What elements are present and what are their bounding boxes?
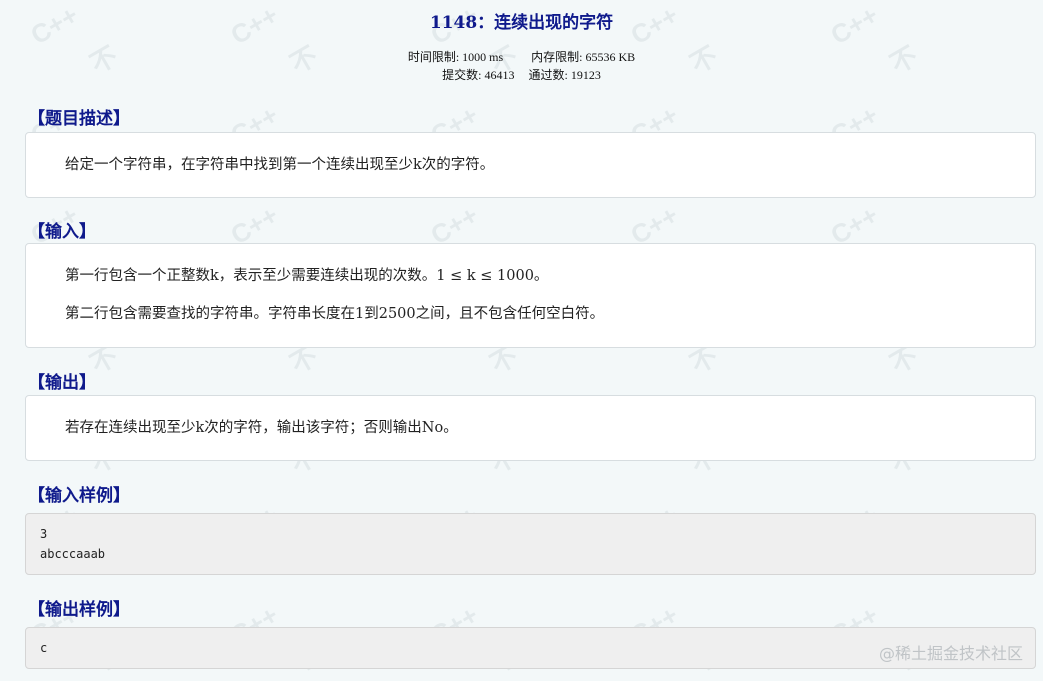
description-box: 给定一个字符串，在字符串中找到第一个连续出现至少k次的字符。	[25, 132, 1036, 198]
input-box: 第一行包含一个正整数k，表示至少需要连续出现的次数。1 ≤ k ≤ 1000。 …	[25, 243, 1036, 348]
problem-limits: 时间限制: 1000 ms 内存限制: 65536 KB 提交数: 46413 通过…	[0, 48, 1043, 84]
accepted-count: 通过数: 19123	[528, 68, 601, 82]
submission-count: 提交数: 46413	[442, 68, 515, 82]
memory-limit: 内存限制: 65536 KB	[531, 50, 636, 64]
problem-title: 1148：连续出现的字符	[429, 13, 614, 33]
description-text: 给定一个字符串，在字符串中找到第一个连续出现至少k次的字符。	[65, 157, 495, 173]
output-box: 若存在连续出现至少k次的字符，输出该字符；否则输出No。	[25, 395, 1036, 461]
sample-input-code: 3 abcccaaab	[25, 513, 1036, 575]
sample-input-heading: 【输入样例】	[28, 486, 130, 506]
sample-output-heading: 【输出样例】	[28, 600, 130, 620]
input-line-1: 第一行包含一个正整数k，表示至少需要连续出现的次数。1 ≤ k ≤ 1000。	[65, 268, 549, 284]
time-limit: 时间限制: 1000 ms	[407, 50, 504, 64]
input-heading: 【输入】	[28, 222, 96, 242]
limits-row-1: 时间限制: 1000 ms 内存限制: 65536 KB	[0, 48, 1043, 66]
description-heading: 【题目描述】	[28, 109, 130, 129]
input-line-2: 第二行包含需要查找的字符串。字符串长度在1到2500之间，且不包含任何空白符。	[65, 306, 605, 322]
limits-row-2: 提交数: 46413 通过数: 19123	[0, 66, 1043, 84]
output-text: 若存在连续出现至少k次的字符，输出该字符；否则输出No。	[65, 420, 458, 436]
site-credit-watermark: @稀土掘金技术社区	[878, 644, 1023, 663]
output-heading: 【输出】	[28, 373, 96, 393]
